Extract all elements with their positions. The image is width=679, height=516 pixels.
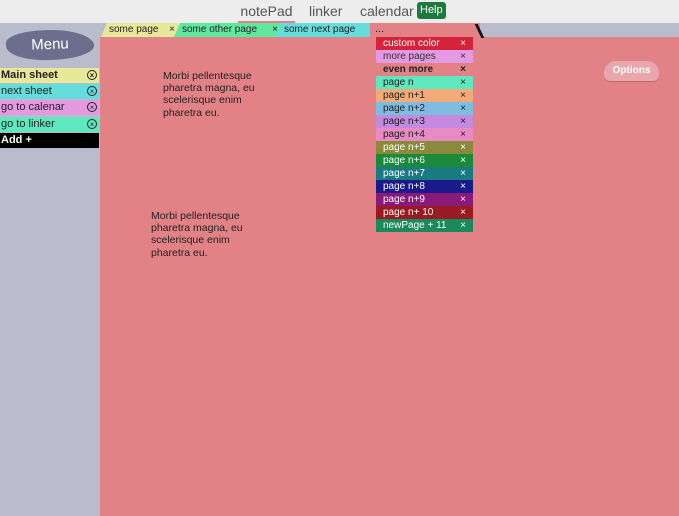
sheet-item[interactable]: go to linker × — [0, 117, 99, 132]
tab-overflow[interactable]: ... — [370, 23, 480, 37]
dropdown-item[interactable]: page n+1 × — [376, 89, 473, 102]
dropdown-item[interactable]: page n+2 × — [376, 102, 473, 115]
close-icon[interactable]: × — [460, 193, 466, 206]
dropdown-item-label: page n+6 — [383, 155, 425, 166]
dropdown-item-label: page n — [383, 77, 414, 88]
close-icon[interactable]: × — [87, 70, 97, 80]
dropdown-item[interactable]: page n+4 × — [376, 128, 473, 141]
sheet-item-label: Main sheet — [1, 69, 58, 81]
dropdown-item-label: page n+5 — [383, 142, 425, 153]
dropdown-item-label: page n+8 — [383, 181, 425, 192]
dropdown-item-label: page n+7 — [383, 168, 425, 179]
close-icon[interactable]: × — [460, 141, 466, 154]
dropdown-item[interactable]: more pages × — [376, 50, 473, 63]
nav-linker[interactable]: linker — [309, 0, 342, 23]
close-icon[interactable]: × — [460, 102, 466, 115]
close-icon[interactable]: × — [460, 76, 466, 89]
dropdown-item[interactable]: page n+7 × — [376, 167, 473, 180]
sheet-item-label: next sheet — [1, 85, 52, 97]
dropdown-item-label: page n+4 — [383, 129, 425, 140]
sheet-item-label: go to linker — [1, 118, 55, 130]
dropdown-item-label: page n+2 — [383, 103, 425, 114]
close-icon[interactable]: × — [460, 37, 466, 50]
dropdown-item-label: page n+ 10 — [383, 207, 434, 218]
dropdown-item-label: even more — [383, 64, 434, 75]
sheet-item[interactable]: Main sheet × — [0, 68, 99, 83]
dropdown-item-label: custom color — [383, 38, 440, 49]
dropdown-item[interactable]: page n × — [376, 76, 473, 89]
close-icon[interactable]: × — [460, 63, 466, 76]
dropdown-item[interactable]: page n+8 × — [376, 180, 473, 193]
dropdown-item[interactable]: page n+5 × — [376, 141, 473, 154]
page-tab[interactable]: some next page — [276, 23, 376, 37]
help-button[interactable]: Help — [417, 2, 446, 19]
close-icon[interactable]: × — [460, 89, 466, 102]
dropdown-item[interactable]: custom color × — [376, 37, 473, 50]
close-icon[interactable]: × — [460, 206, 466, 219]
dropdown-item-label: newPage + 11 — [383, 220, 447, 231]
nav-calendar[interactable]: calendar — [360, 0, 414, 23]
close-icon[interactable]: × — [87, 86, 97, 96]
page-tab-label: some other page — [182, 24, 258, 35]
close-icon[interactable]: × — [87, 119, 97, 129]
sheet-item-label: go to calenar — [1, 101, 65, 113]
close-icon[interactable]: × — [460, 180, 466, 193]
close-icon[interactable]: × — [460, 219, 466, 232]
nav-notepad[interactable]: notePad — [238, 0, 295, 23]
close-icon[interactable]: × — [460, 115, 466, 128]
close-icon[interactable]: × — [460, 154, 466, 167]
close-icon[interactable]: × — [460, 167, 466, 180]
add-sheet-button[interactable]: Add + — [0, 133, 99, 148]
dropdown-item-label: page n+3 — [383, 116, 425, 127]
dropdown-item-label: page n+9 — [383, 194, 425, 205]
page-tab-label: some page — [109, 24, 159, 35]
options-button[interactable]: Options — [604, 61, 659, 81]
page-tab-label: some next page — [284, 24, 356, 35]
page-tab[interactable]: some other page × — [174, 23, 284, 37]
dropdown-item[interactable]: page n+9 × — [376, 193, 473, 206]
note-text[interactable]: Morbi pellentesque pharetra magna, eu sc… — [163, 70, 263, 119]
dropdown-item[interactable]: page n+ 10 × — [376, 206, 473, 219]
close-icon[interactable]: × — [460, 50, 466, 63]
sheet-item[interactable]: go to calenar × — [0, 100, 99, 115]
dropdown-item-label: page n+1 — [383, 90, 425, 101]
page-tab[interactable]: some page × — [101, 23, 181, 37]
dropdown-item[interactable]: page n+3 × — [376, 115, 473, 128]
dropdown-item[interactable]: page n+6 × — [376, 154, 473, 167]
close-icon[interactable]: × — [460, 128, 466, 141]
sheet-item[interactable]: next sheet × — [0, 84, 99, 99]
note-text[interactable]: Morbi pellentesque pharetra magna, eu sc… — [151, 210, 251, 259]
dropdown-item-label: more pages — [383, 51, 436, 62]
close-icon[interactable]: × — [169, 23, 175, 37]
dropdown-item[interactable]: even more × — [376, 63, 473, 76]
dropdown-item[interactable]: newPage + 11 × — [376, 219, 473, 232]
close-icon[interactable]: × — [87, 102, 97, 112]
